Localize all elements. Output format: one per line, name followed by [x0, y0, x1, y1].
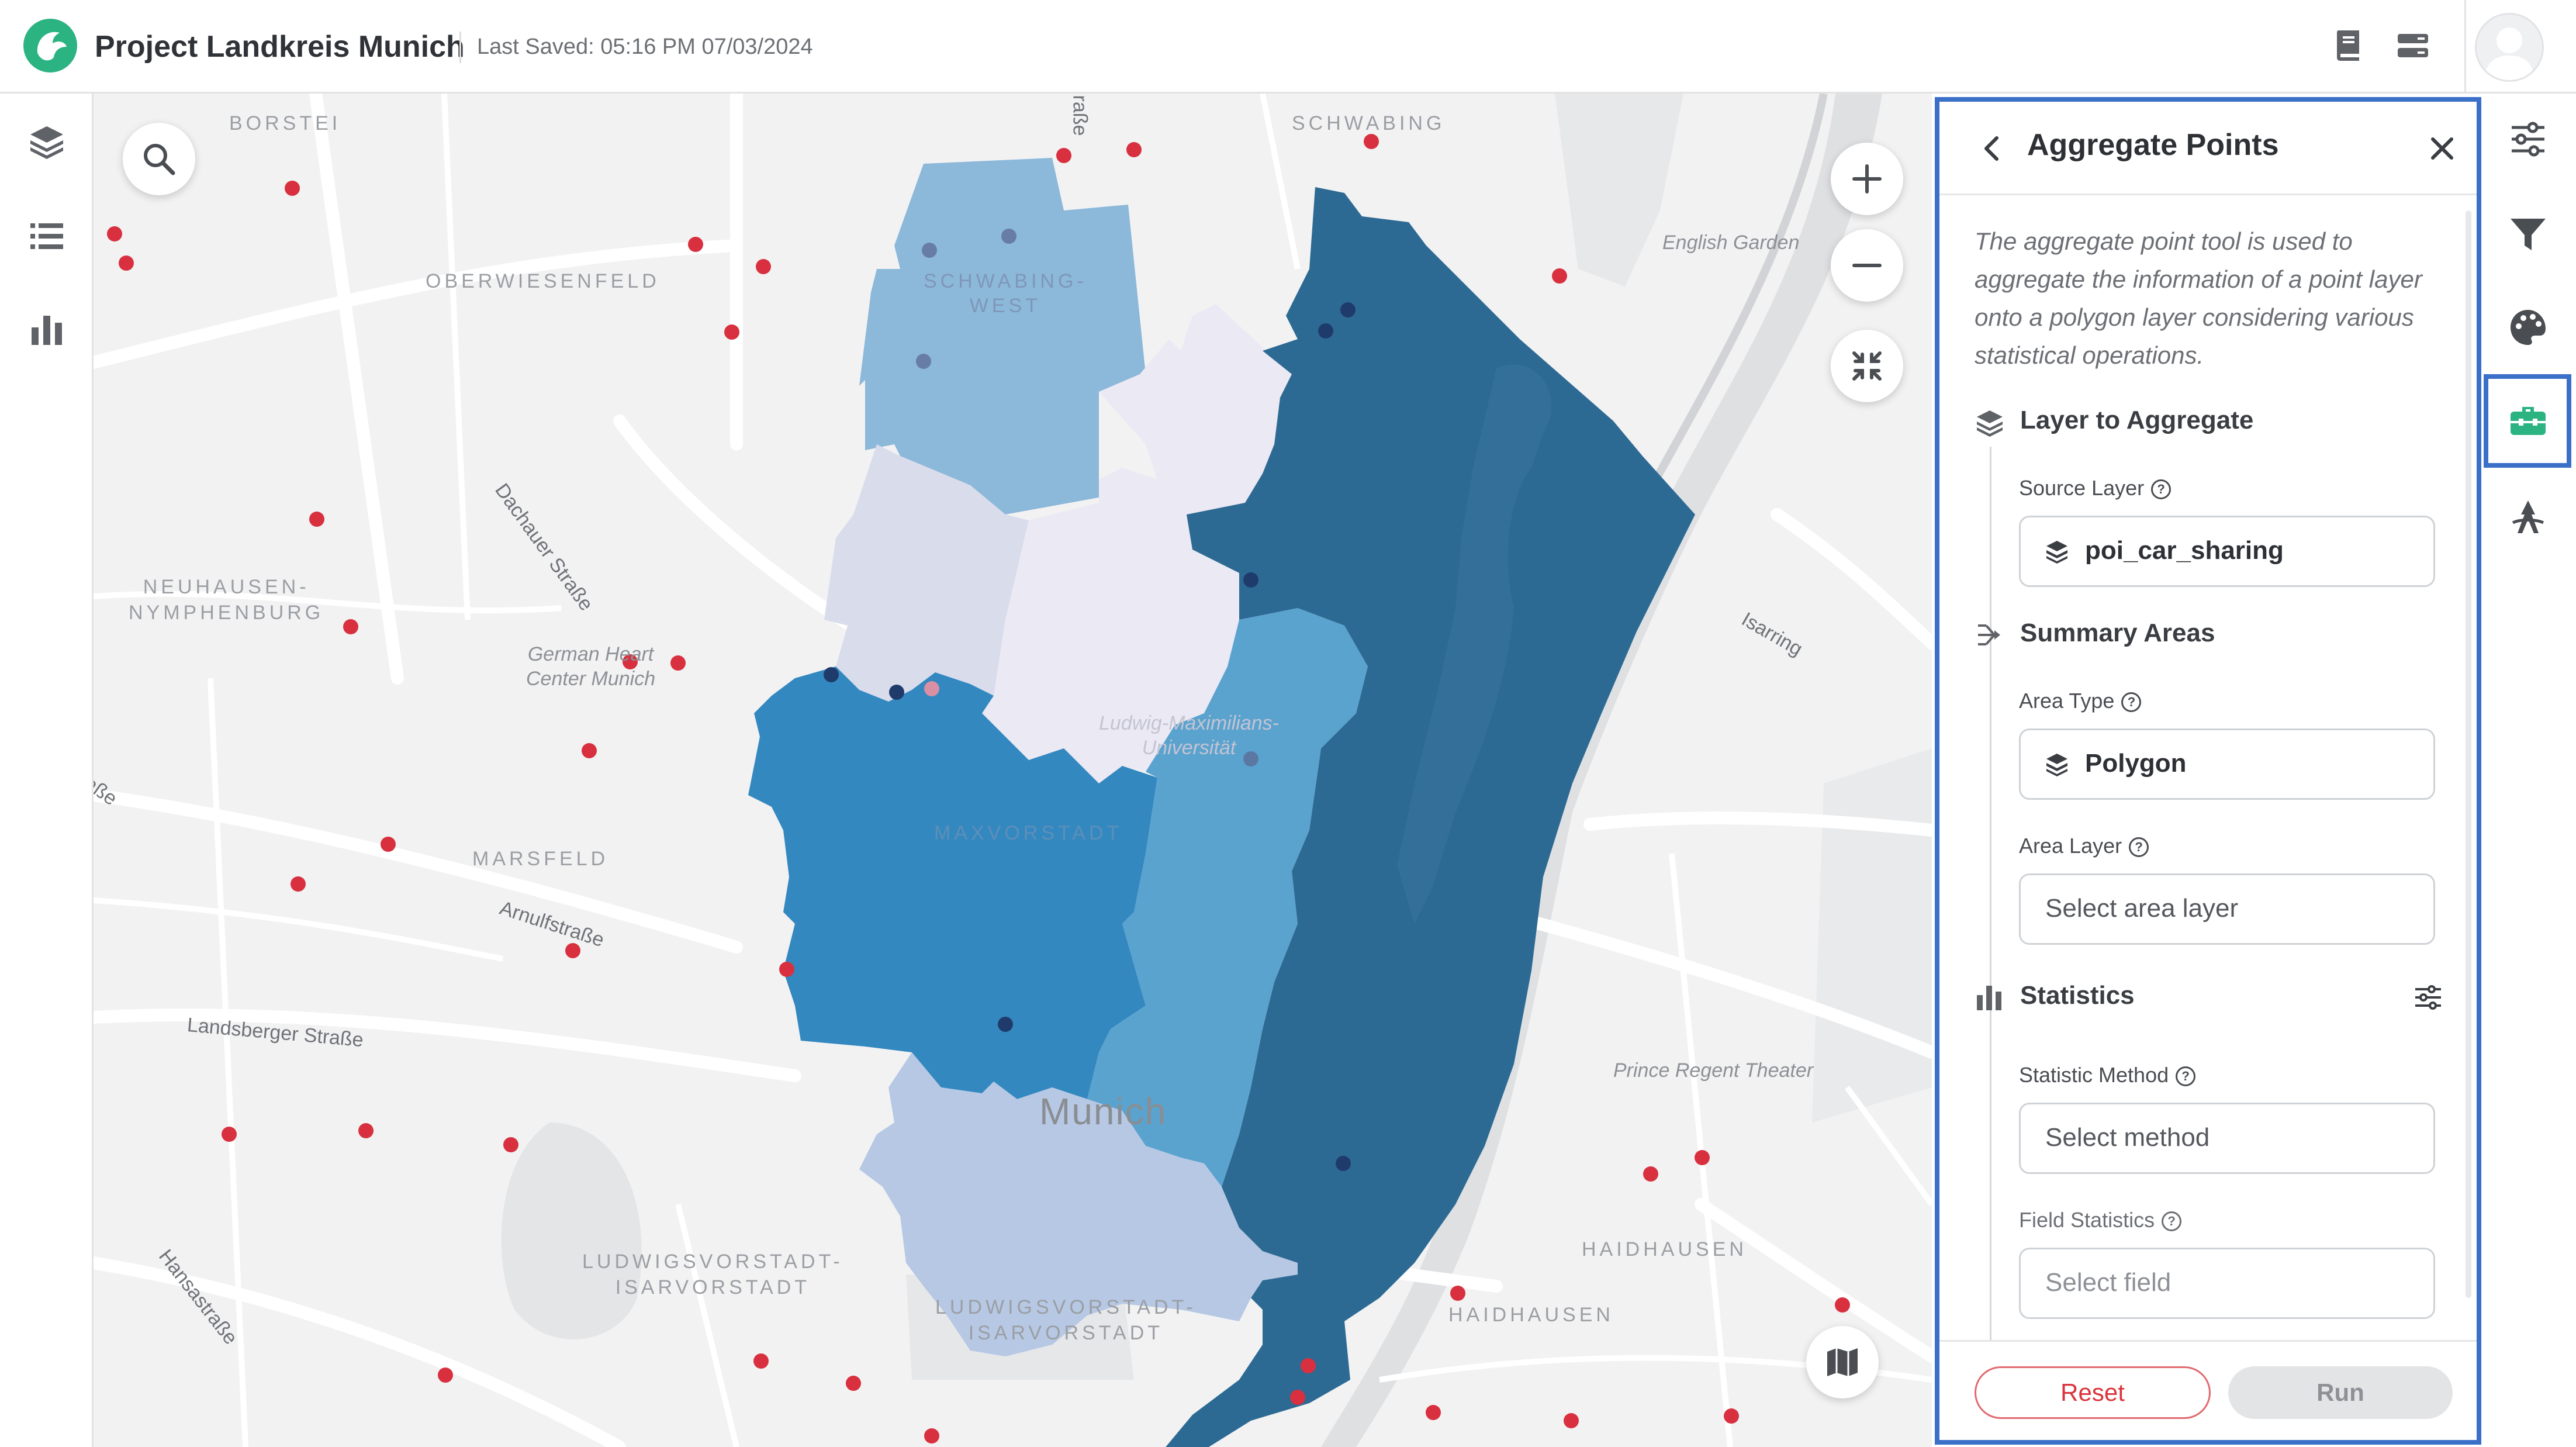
- statistic-method-select[interactable]: Select method: [2019, 1103, 2435, 1174]
- map-label-ludwigsvorstadt: LUDWIGSVORSTADT- ISARVORSTADT: [582, 1251, 843, 1298]
- legend-list-icon[interactable]: [27, 216, 67, 256]
- layers-icon: [2046, 541, 2067, 564]
- map-label-ludwigsvorstadt-south: LUDWIGSVORSTADT- ISARVORSTADT: [935, 1296, 1197, 1344]
- poi-point-faint: [924, 681, 939, 696]
- right-sidebar: [2481, 94, 2576, 1447]
- map-label-maxvorstadt: MAXVORSTADT: [934, 822, 1123, 844]
- area-type-value: Polygon: [2085, 749, 2187, 778]
- map-label-haidhausen-south: HAIDHAUSEN: [1448, 1304, 1614, 1326]
- map-label-marsfeld: MARSFELD: [472, 848, 609, 870]
- basemap-icon: [1827, 1348, 1858, 1376]
- help-icon[interactable]: ?: [2121, 692, 2142, 713]
- map-label-neuhausen: NEUHAUSEN- NYMPHENBURG: [129, 576, 324, 624]
- field-statistics-label-text: Field Statistics: [2019, 1208, 2155, 1232]
- fit-extent-icon: [1852, 351, 1882, 381]
- help-icon[interactable]: ?: [2151, 479, 2172, 500]
- map-label-oberwiesenfeld: OBERWIESENFELD: [426, 270, 660, 292]
- layers-toggle-icon[interactable]: [2394, 27, 2432, 64]
- project-title[interactable]: Project Landkreis Munich: [95, 29, 465, 64]
- header-divider: [2464, 0, 2466, 92]
- map-label-schwabing: SCHWABING: [1292, 112, 1446, 134]
- fit-extent-button[interactable]: [1831, 330, 1903, 402]
- panel-title: Aggregate Points: [2027, 128, 2279, 162]
- section-title: Statistics: [2020, 981, 2135, 1010]
- book-icon[interactable]: [2330, 27, 2367, 64]
- area-type-label-text: Area Type: [2019, 689, 2115, 713]
- filter-icon[interactable]: [2508, 214, 2548, 254]
- map-label-haidhausen: HAIDHAUSEN: [1582, 1238, 1747, 1260]
- map-search-button[interactable]: [123, 123, 195, 195]
- panel-scrollbar[interactable]: [2466, 210, 2471, 1298]
- summary-areas-icon: [1978, 624, 2000, 645]
- area-layer-placeholder: Select area layer: [2045, 894, 2239, 923]
- left-sidebar: [0, 94, 94, 1447]
- park-area: [1555, 94, 1683, 286]
- top-bar: Project Landkreis Munich Last Saved: 05:…: [0, 0, 2576, 94]
- user-avatar-icon: [2485, 27, 2534, 80]
- section-statistics[interactable]: Statistics: [1975, 981, 2442, 1016]
- map-label-prince-regent-theater: Prince Regent Theater: [1613, 1059, 1814, 1082]
- zoom-in-button[interactable]: [1831, 143, 1903, 215]
- help-icon[interactable]: ?: [2162, 1211, 2182, 1232]
- statistic-method-label-text: Statistic Method: [2019, 1063, 2169, 1087]
- map-canvas[interactable]: BORSTEI SCHWABING raße OBERWIESENFELD SC…: [94, 94, 1932, 1447]
- map-label-german-heart-center: German Heart Center Munich: [526, 643, 656, 690]
- toolbox-icon[interactable]: [2508, 401, 2548, 441]
- scenario-tools-icon[interactable]: [2508, 497, 2548, 537]
- field-statistics-label: Field Statistics?: [2019, 1208, 2182, 1232]
- area-type-label: Area Type?: [2019, 689, 2142, 713]
- help-icon[interactable]: ?: [2176, 1066, 2196, 1087]
- zoom-out-button[interactable]: [1831, 229, 1903, 302]
- section-layer-to-aggregate[interactable]: Layer to Aggregate: [1975, 406, 2442, 441]
- map-label-borstei: BORSTEI: [229, 112, 341, 134]
- title-divider: [459, 32, 461, 63]
- back-arrow-icon[interactable]: [1975, 131, 2010, 166]
- reset-button[interactable]: Reset: [1975, 1366, 2211, 1419]
- field-statistics-placeholder: Select field: [2045, 1268, 2172, 1297]
- layers-icon: [1977, 410, 2003, 437]
- layers-icon: [2046, 754, 2067, 776]
- source-layer-select[interactable]: poi_car_sharing: [2019, 516, 2435, 587]
- basemap-button[interactable]: [1806, 1326, 1879, 1398]
- zoom-out-icon: [1852, 264, 1882, 267]
- area-layer-label-text: Area Layer: [2019, 834, 2122, 858]
- field-statistics-select[interactable]: Select field: [2019, 1248, 2435, 1319]
- map-label-schwabing-west: SCHWABING- WEST: [924, 270, 1087, 317]
- zoom-in-icon: [1852, 164, 1882, 194]
- style-palette-icon[interactable]: [2508, 308, 2548, 347]
- map-label-english-garden: English Garden: [1662, 232, 1800, 254]
- section-summary-areas[interactable]: Summary Areas: [1975, 619, 2442, 654]
- panel-header: Aggregate Points: [1939, 102, 2477, 195]
- statistic-method-label: Statistic Method?: [2019, 1063, 2196, 1087]
- source-layer-value: poi_car_sharing: [2085, 536, 2284, 565]
- map-label-lmu: Ludwig-Maximilians- Universität: [1099, 712, 1279, 759]
- park-area: [1812, 748, 1932, 1123]
- source-layer-label: Source Layer?: [2019, 476, 2172, 500]
- aggregate-points-panel: Aggregate Points The aggregate point too…: [1935, 97, 2481, 1445]
- section-guide-line: [1990, 1025, 1991, 1341]
- user-avatar[interactable]: [2475, 13, 2544, 82]
- park-area: [501, 1123, 642, 1339]
- statistics-settings-icon[interactable]: [2413, 982, 2443, 1013]
- run-button[interactable]: Run: [2228, 1366, 2453, 1419]
- statistics-icon: [1977, 986, 2001, 1010]
- area-type-select[interactable]: Polygon: [2019, 728, 2435, 800]
- statistic-method-placeholder: Select method: [2045, 1123, 2210, 1152]
- layers-icon[interactable]: [27, 122, 67, 161]
- section-title: Layer to Aggregate: [2020, 406, 2254, 434]
- tool-description: The aggregate point tool is used to aggr…: [1975, 227, 2422, 369]
- last-saved-status: Last Saved: 05:16 PM 07/03/2024: [477, 34, 813, 59]
- charts-icon[interactable]: [27, 310, 67, 350]
- source-layer-label-text: Source Layer: [2019, 476, 2145, 500]
- layer-settings-icon[interactable]: [2508, 119, 2548, 159]
- close-icon[interactable]: [2425, 131, 2460, 166]
- section-title: Summary Areas: [2020, 619, 2215, 647]
- area-layer-select[interactable]: Select area layer: [2019, 873, 2435, 945]
- map-label-munich: Munich: [1039, 1090, 1167, 1132]
- help-icon[interactable]: ?: [2129, 837, 2149, 858]
- search-icon: [144, 144, 175, 175]
- map-label-strasse-top: raße: [1069, 95, 1091, 136]
- area-layer-label: Area Layer?: [2019, 834, 2149, 858]
- app-logo-icon: [23, 19, 77, 72]
